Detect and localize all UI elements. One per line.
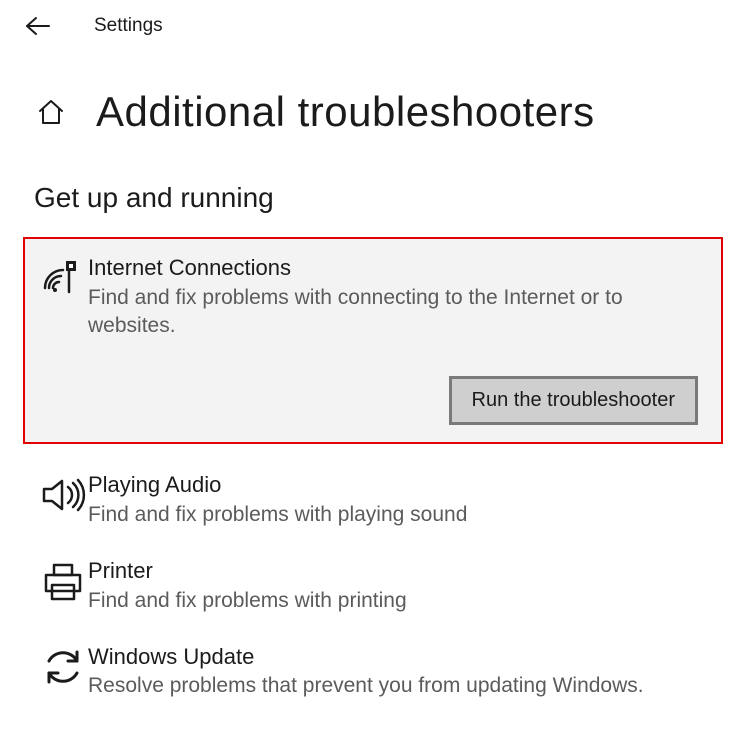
troubleshooter-title: Playing Audio [88, 471, 698, 499]
troubleshooter-desc: Find and fix problems with connecting to… [88, 284, 698, 341]
back-arrow-icon[interactable] [22, 16, 54, 36]
troubleshooter-windows-update[interactable]: Windows Update Resolve problems that pre… [24, 627, 722, 713]
troubleshooter-desc: Resolve problems that prevent you from u… [88, 672, 698, 700]
troubleshooter-playing-audio[interactable]: Playing Audio Find and fix problems with… [24, 455, 722, 541]
run-troubleshooter-button[interactable]: Run the troubleshooter [449, 376, 698, 425]
wireless-icon [38, 258, 88, 298]
section-heading: Get up and running [34, 182, 744, 214]
troubleshooter-printer[interactable]: Printer Find and fix problems with print… [24, 541, 722, 627]
troubleshooter-title: Printer [88, 557, 698, 585]
troubleshooter-desc: Find and fix problems with playing sound [88, 501, 698, 529]
troubleshooter-desc: Find and fix problems with printing [88, 587, 698, 615]
home-icon[interactable] [34, 97, 68, 127]
refresh-icon [38, 647, 88, 687]
printer-icon [38, 561, 88, 603]
troubleshooter-title: Internet Connections [88, 254, 698, 282]
app-title: Settings [94, 15, 163, 37]
page-title: Additional troubleshooters [96, 88, 595, 136]
troubleshooter-internet-connections[interactable]: Internet Connections Find and fix proble… [24, 238, 722, 443]
troubleshooter-title: Windows Update [88, 643, 698, 671]
speaker-icon [38, 475, 88, 515]
